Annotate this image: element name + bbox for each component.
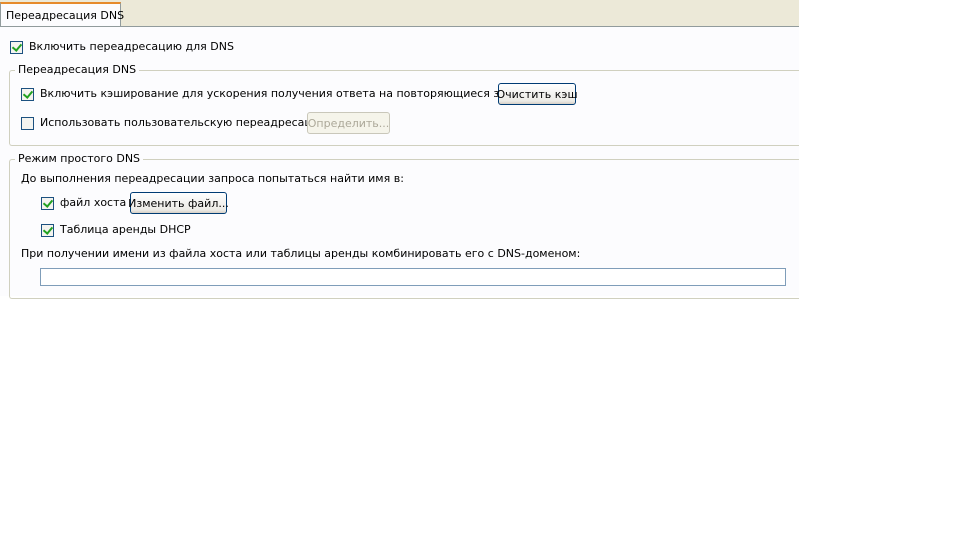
dns-forwarding-group: [9, 70, 799, 146]
enable-dns-forwarding-label: Включить переадресацию для DNS: [29, 40, 234, 53]
enable-caching-label: Включить кэширование для ускорения получ…: [40, 87, 546, 100]
define-button-label: Определить...: [307, 116, 390, 130]
simple-dns-group-legend: Режим простого DNS: [15, 152, 144, 166]
enable-dns-forwarding-checkbox[interactable]: [10, 41, 23, 54]
custom-forwarding-label: Использовать пользовательскую переадреса…: [40, 116, 329, 129]
custom-forwarding-checkbox[interactable]: [21, 117, 34, 130]
dns-domain-input[interactable]: [40, 268, 786, 286]
clear-cache-button[interactable]: Очистить кэш: [496, 83, 578, 105]
dns-forwarding-group-legend: Переадресация DNS: [15, 63, 140, 77]
tab-dns-forwarding[interactable]: Переадресация DNS: [0, 2, 125, 27]
dhcp-lease-label: Таблица аренды DHCP: [60, 223, 191, 236]
hosts-file-label: файл хоста: [60, 196, 127, 209]
lookup-intro-text: До выполнения переадресации запроса попы…: [21, 172, 404, 185]
define-button[interactable]: Определить...: [307, 112, 390, 134]
enable-caching-checkbox[interactable]: [21, 88, 34, 101]
clear-cache-button-label: Очистить кэш: [496, 87, 578, 101]
hosts-file-checkbox[interactable]: [41, 197, 54, 210]
dhcp-lease-checkbox[interactable]: [41, 224, 54, 237]
edit-hosts-file-button[interactable]: Изменить файл...: [128, 192, 229, 214]
domain-combine-label: При получении имени из файла хоста или т…: [21, 247, 581, 260]
tab-label: Переадресация DNS: [6, 9, 125, 22]
edit-hosts-file-button-label: Изменить файл...: [128, 196, 229, 210]
